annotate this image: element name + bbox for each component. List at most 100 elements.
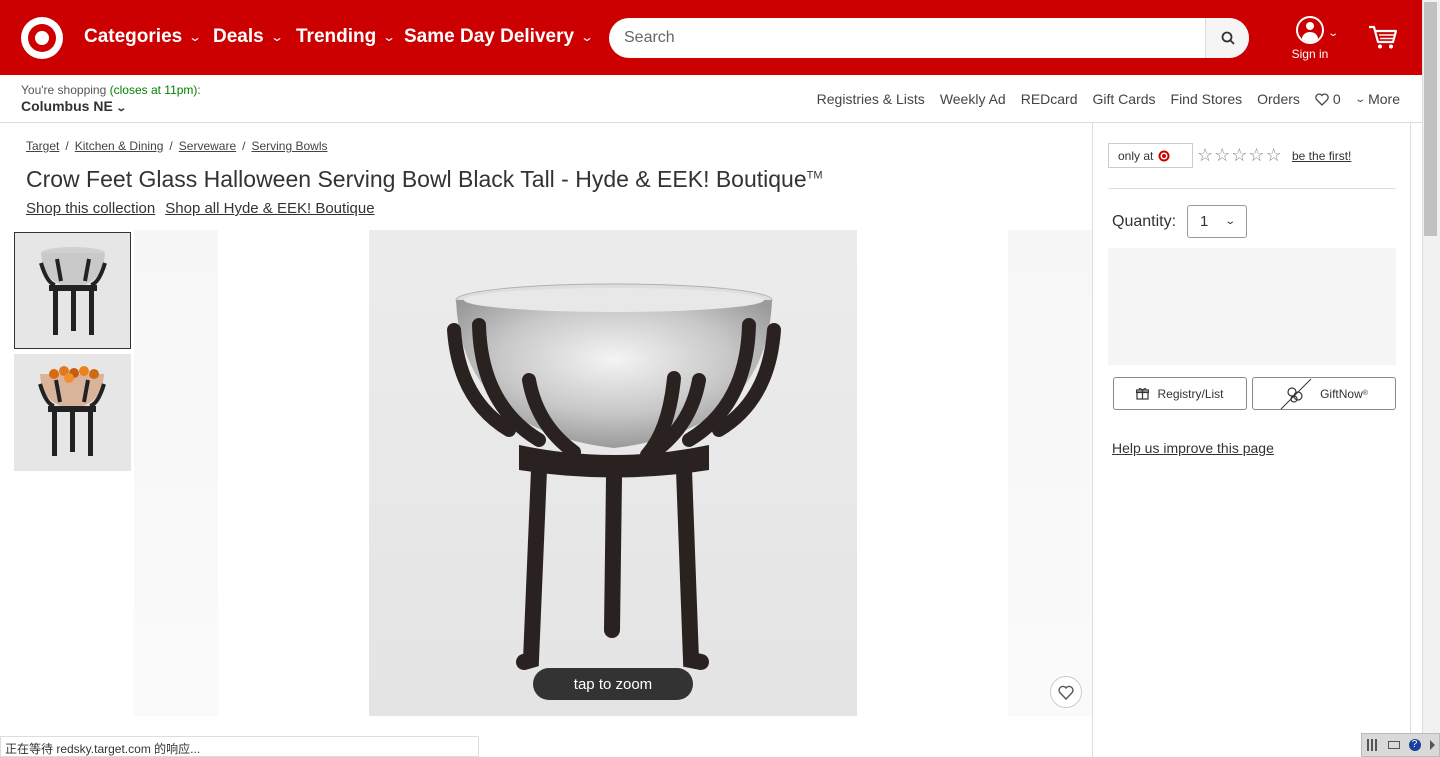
search-input[interactable] xyxy=(609,29,1199,47)
quantity-value: 1 xyxy=(1200,213,1209,230)
registered-mark: ® xyxy=(1362,390,1368,397)
link-orders[interactable]: Orders xyxy=(1257,91,1300,107)
product-title-text: Crow Feet Glass Halloween Serving Bowl B… xyxy=(26,166,807,192)
more-menu[interactable]: ⌄ More xyxy=(1354,91,1400,107)
star-icon: ☆ xyxy=(1197,145,1214,165)
gift-icon xyxy=(1136,388,1150,400)
bowl-thumbnail-image xyxy=(15,233,130,348)
shop-brand-link[interactable]: Shop all Hyde & EEK! Boutique xyxy=(165,200,374,217)
favorite-button[interactable] xyxy=(1050,676,1082,708)
breadcrumb-separator: / xyxy=(242,139,246,153)
collection-links: Shop this collection Shop all Hyde & EEK… xyxy=(26,200,375,217)
store-colon: : xyxy=(197,83,201,97)
link-gift-cards[interactable]: Gift Cards xyxy=(1093,91,1156,107)
next-image-preview[interactable] xyxy=(1008,230,1092,716)
tap-to-zoom-button[interactable]: tap to zoom xyxy=(533,668,693,700)
panel-divider-horizontal xyxy=(1108,188,1396,189)
chevron-down-icon: ⌄ xyxy=(114,103,127,114)
panel-edge xyxy=(1410,123,1411,757)
breadcrumb-kitchen-dining[interactable]: Kitchen & Dining xyxy=(75,139,164,153)
be-first-review-link[interactable]: be the first! xyxy=(1292,149,1351,163)
breadcrumb: Target / Kitchen & Dining / Serveware / Ser… xyxy=(26,139,328,153)
only-at-label: only at xyxy=(1118,148,1154,163)
store-status: You're shopping (closes at 11pm): xyxy=(21,83,201,97)
nav-trending-label: Trending xyxy=(296,26,377,47)
giftnow-button[interactable]: GiftNow ® xyxy=(1252,377,1396,410)
chevron-down-icon: ⌄ xyxy=(1354,93,1366,105)
fulfillment-placeholder xyxy=(1108,248,1396,365)
link-weekly-ad[interactable]: Weekly Ad xyxy=(940,91,1006,107)
link-find-stores[interactable]: Find Stores xyxy=(1171,91,1243,107)
sign-in-label: Sign in xyxy=(1291,47,1329,61)
more-label: More xyxy=(1368,91,1400,107)
chevron-down-icon: ⌄ xyxy=(188,30,203,44)
bowl-with-candy-thumbnail-image xyxy=(14,354,131,471)
star-icon: ☆ xyxy=(1265,145,1282,165)
chevron-down-icon: ⌄ xyxy=(382,30,397,44)
search-bar xyxy=(609,18,1249,58)
nav-deals-label: Deals xyxy=(213,26,264,47)
nav-trending[interactable]: Trending ⌄ xyxy=(296,26,397,48)
store-name: Columbus NE xyxy=(21,98,113,114)
only-at-badge: only at xyxy=(1108,143,1194,168)
heart-icon xyxy=(1058,685,1074,700)
search-button[interactable] xyxy=(1205,18,1249,58)
heart-icon xyxy=(1315,92,1329,106)
grid-icon[interactable] xyxy=(1366,739,1379,751)
quantity-select[interactable]: 1 ⌄ xyxy=(1187,205,1247,238)
favorites-link[interactable]: 0 xyxy=(1315,91,1341,107)
store-utility-bar: You're shopping (closes at 11pm): Columb… xyxy=(0,75,1422,123)
previous-image-preview[interactable] xyxy=(134,230,218,716)
registry-list-button[interactable]: Registry/List xyxy=(1113,377,1247,410)
tap-to-zoom-label: tap to zoom xyxy=(573,675,653,693)
utility-links: Registries & Lists Weekly Ad REDcard Gif… xyxy=(817,91,1400,107)
nav-categories[interactable]: Categories ⌄ xyxy=(84,26,203,48)
bowl-product-image xyxy=(447,283,781,670)
cart-icon xyxy=(1369,25,1398,49)
store-selector[interactable]: Columbus NE ⌄ xyxy=(21,98,127,114)
trademark-mark: TM xyxy=(806,169,823,182)
scrollbar-thumb[interactable] xyxy=(1424,2,1437,236)
chevron-down-icon[interactable]: ⌄ xyxy=(1327,28,1339,39)
giftnow-icon xyxy=(1280,378,1312,410)
shop-collection-link[interactable]: Shop this collection xyxy=(26,200,155,217)
keyboard-icon[interactable] xyxy=(1387,741,1400,749)
chevron-down-icon: ⌄ xyxy=(1223,216,1236,227)
nav-categories-label: Categories xyxy=(84,26,183,47)
help-improve-link[interactable]: Help us improve this page xyxy=(1112,440,1274,456)
star-icon: ☆ xyxy=(1214,145,1231,165)
nav-same-day-delivery-label: Same Day Delivery xyxy=(404,26,575,47)
arrow-icon[interactable] xyxy=(1429,740,1435,750)
panel-divider xyxy=(1092,123,1093,757)
star-icon: ☆ xyxy=(1248,145,1265,165)
breadcrumb-separator: / xyxy=(169,139,173,153)
help-icon[interactable]: ? xyxy=(1408,739,1421,751)
thumbnail-2[interactable] xyxy=(14,354,131,471)
breadcrumb-target[interactable]: Target xyxy=(26,139,59,153)
sign-in-button[interactable]: Sign in xyxy=(1290,16,1330,61)
registry-list-label: Registry/List xyxy=(1157,386,1224,401)
breadcrumb-separator: / xyxy=(65,139,69,153)
product-title: Crow Feet Glass Halloween Serving Bowl B… xyxy=(26,166,823,193)
product-main-image[interactable] xyxy=(369,230,857,716)
top-navigation-bar: Categories ⌄ Deals ⌄ Trending ⌄ Same Day De… xyxy=(0,0,1422,75)
target-bullseye-icon xyxy=(1158,150,1170,161)
star-icon: ☆ xyxy=(1231,145,1248,165)
store-hours: (closes at 11pm) xyxy=(109,83,198,97)
browser-status-bar: 正在等待 redsky.target.com 的响应... xyxy=(0,736,479,757)
search-icon xyxy=(1221,31,1235,45)
nav-deals[interactable]: Deals ⌄ xyxy=(213,26,284,48)
breadcrumb-serveware[interactable]: Serveware xyxy=(179,139,236,153)
favorites-count: 0 xyxy=(1332,91,1341,107)
giftnow-label: GiftNow xyxy=(1320,386,1363,401)
breadcrumb-serving-bowls[interactable]: Serving Bowls xyxy=(251,139,327,153)
cart-button[interactable] xyxy=(1368,24,1398,55)
quantity-label: Quantity: xyxy=(1112,213,1177,230)
thumbnail-1[interactable] xyxy=(14,232,131,349)
nav-same-day-delivery[interactable]: Same Day Delivery ⌄ xyxy=(404,26,594,48)
link-registries[interactable]: Registries & Lists xyxy=(817,91,925,107)
chevron-down-icon: ⌄ xyxy=(269,30,284,44)
target-logo[interactable] xyxy=(21,17,63,59)
link-redcard[interactable]: REDcard xyxy=(1021,91,1078,107)
rating-stars[interactable]: ☆ ☆ ☆ ☆ ☆ xyxy=(1197,145,1282,166)
